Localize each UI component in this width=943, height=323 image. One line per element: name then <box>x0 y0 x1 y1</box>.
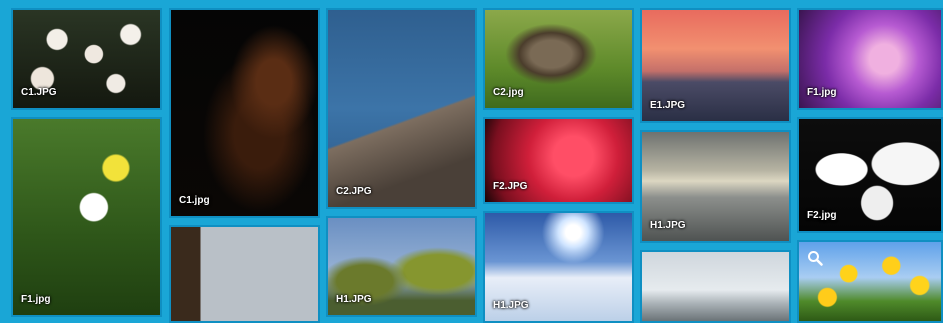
photo-tile[interactable]: F1.jpg <box>11 117 162 317</box>
search-icon[interactable] <box>807 250 823 266</box>
photo-caption: C1.jpg <box>179 195 210 206</box>
photo-tile[interactable]: E1.JPG <box>640 8 791 123</box>
photo-tile[interactable]: H1.JPG <box>640 130 791 243</box>
photo-caption: H1.JPG <box>493 300 529 311</box>
photo-tile[interactable]: F2.jpg <box>797 117 943 233</box>
photo-tile[interactable]: C2.jpg <box>483 8 634 110</box>
photo-caption: C2.jpg <box>493 87 524 98</box>
photo-tile[interactable]: F1.jpg <box>797 8 943 110</box>
photo-tile[interactable]: C1.JPG <box>11 8 162 110</box>
photo-caption: F2.jpg <box>807 210 837 221</box>
photo-caption: C1.JPG <box>21 87 57 98</box>
photo-tile[interactable]: H1.JPG <box>483 211 634 323</box>
photo-caption: E1.JPG <box>650 100 686 111</box>
photo-caption: H1.JPG <box>336 294 372 305</box>
photo-gallery: C1.JPG F1.jpg C1.jpg C2.JPG H1.JPG C2.jp… <box>0 0 943 323</box>
photo-caption: F1.jpg <box>807 87 837 98</box>
photo-tile[interactable]: H1.JPG <box>326 216 477 317</box>
photo-tile[interactable]: C1.jpg <box>169 8 320 218</box>
photo-tile[interactable] <box>797 240 943 323</box>
photo-tile[interactable]: C2.JPG <box>326 8 477 209</box>
photo-caption: C2.JPG <box>336 186 372 197</box>
photo-tile[interactable] <box>640 250 791 323</box>
photo-tile[interactable]: F2.JPG <box>483 117 634 204</box>
photo-caption: F1.jpg <box>21 294 51 305</box>
photo-caption: F2.JPG <box>493 181 528 192</box>
search-icon-svg <box>808 251 823 266</box>
photo-caption: H1.JPG <box>650 220 686 231</box>
photo-tile[interactable] <box>169 225 320 323</box>
